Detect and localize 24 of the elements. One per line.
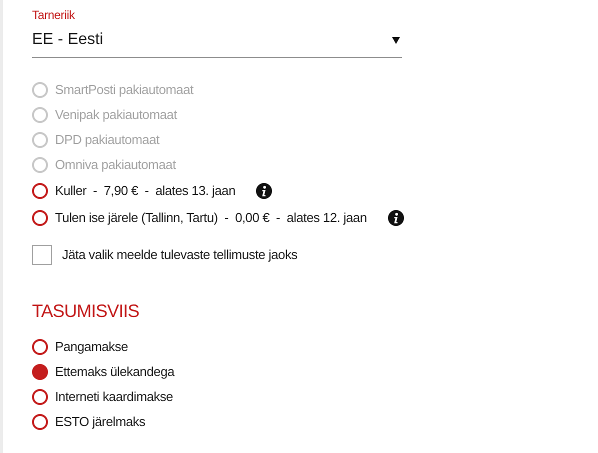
info-icon[interactable] <box>256 182 272 198</box>
info-icon[interactable] <box>388 210 404 226</box>
checkbox-label: Jäta valik meelde tulevaste tellimuste jaoks <box>62 246 298 264</box>
option-label: ESTO järelmaks <box>55 412 146 431</box>
option-label: Pangamakse <box>55 338 128 356</box>
checkbox[interactable] <box>32 245 52 265</box>
option-label: Tulen ise järele (Tallinn, Tartu) - 0,00 € - alates 12. jaan <box>55 208 367 227</box>
field-label: Tarneriik <box>32 7 76 24</box>
country-select[interactable]: EE - Eesti <box>32 24 402 58</box>
section-heading: TASUMISVIIS <box>32 300 140 323</box>
radio-button[interactable] <box>32 364 48 380</box>
option-label: SmartPosti pakiautomaat <box>55 80 194 99</box>
radio-button[interactable] <box>32 210 48 226</box>
option-label: Venipak pakiautomaat <box>55 106 177 124</box>
option-label: Ettemaks ülekandega <box>55 362 174 381</box>
radio-button[interactable] <box>32 388 48 404</box>
option-label: Omniva pakiautomaat <box>55 156 176 174</box>
radio-button[interactable] <box>32 338 48 354</box>
option-label: DPD pakiautomaat <box>55 130 160 149</box>
option-label: Interneti kaardimakse <box>55 388 173 406</box>
radio-button[interactable] <box>32 414 48 430</box>
radio-button[interactable] <box>32 182 48 198</box>
option-label: Kuller - 7,90 € - alates 13. jaan <box>55 182 236 200</box>
caret-icon <box>392 36 400 44</box>
